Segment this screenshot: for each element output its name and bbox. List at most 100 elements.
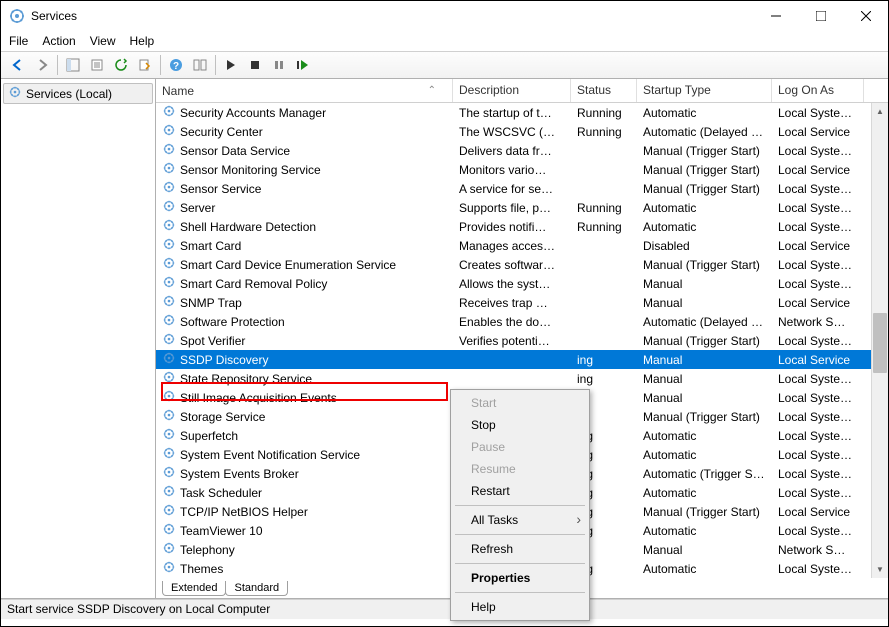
service-log-on-as: Local Syste… (772, 144, 864, 158)
column-startup-type[interactable]: Startup Type (637, 79, 772, 102)
scroll-up-arrow-icon[interactable]: ▲ (872, 103, 888, 120)
service-startup-type: Automatic (Trigger S… (637, 467, 772, 481)
close-button[interactable] (843, 1, 888, 31)
column-name[interactable]: Name⌃ (156, 79, 453, 102)
column-status[interactable]: Status (571, 79, 637, 102)
show-hide-tree-button[interactable] (62, 54, 84, 76)
gear-icon (162, 332, 176, 349)
status-bar: Start service SSDP Discovery on Local Co… (1, 599, 888, 619)
toolbar-panel-icon[interactable] (189, 54, 211, 76)
service-log-on-as: Local Service (772, 296, 864, 310)
service-startup-type: Manual (637, 543, 772, 557)
gear-icon (162, 161, 176, 178)
service-description: Creates softwar… (453, 258, 571, 272)
menu-view[interactable]: View (90, 34, 116, 48)
ctx-restart[interactable]: Restart (453, 480, 587, 502)
service-row[interactable]: Sensor ServiceA service for se…Manual (T… (156, 179, 888, 198)
service-status: Running (571, 201, 637, 215)
column-log-on-as[interactable]: Log On As (772, 79, 864, 102)
menu-action[interactable]: Action (42, 34, 75, 48)
service-row[interactable]: SNMP TrapReceives trap …ManualLocal Serv… (156, 293, 888, 312)
service-startup-type: Automatic (637, 562, 772, 576)
properties-toolbar-button[interactable] (86, 54, 108, 76)
menu-file[interactable]: File (9, 34, 28, 48)
service-startup-type: Manual (Trigger Start) (637, 258, 772, 272)
service-name-cell: SSDP Discovery (156, 351, 453, 368)
service-row[interactable]: SSDP DiscoveryingManualLocal Service (156, 350, 888, 369)
service-row[interactable]: Sensor Monitoring ServiceMonitors vario…… (156, 160, 888, 179)
service-startup-type: Automatic (637, 429, 772, 443)
vertical-scrollbar[interactable]: ▲ ▼ (871, 103, 888, 578)
ctx-properties[interactable]: Properties (453, 567, 587, 589)
ctx-refresh[interactable]: Refresh (453, 538, 587, 560)
service-row[interactable]: Smart CardManages acces…DisabledLocal Se… (156, 236, 888, 255)
service-row[interactable]: Software ProtectionEnables the do…Automa… (156, 312, 888, 331)
service-name-cell: Task Scheduler (156, 484, 453, 501)
service-row[interactable]: Smart Card Removal PolicyAllows the syst… (156, 274, 888, 293)
service-startup-type: Manual (Trigger Start) (637, 182, 772, 196)
service-row[interactable]: ServerSupports file, p…RunningAutomaticL… (156, 198, 888, 217)
column-description[interactable]: Description (453, 79, 571, 102)
service-row[interactable]: Sensor Data Service Delivers data fr… Manu… (156, 141, 888, 160)
service-startup-type: Automatic (637, 448, 772, 462)
service-startup-type: Automatic (Delayed … (637, 125, 772, 139)
ctx-stop[interactable]: Stop (453, 414, 587, 436)
service-description: The startup of t… (453, 106, 571, 120)
service-name-cell: Software Protection (156, 313, 453, 330)
gear-icon (162, 351, 176, 368)
forward-button[interactable] (31, 54, 53, 76)
service-name: Still Image Acquisition Events (180, 391, 337, 405)
service-row[interactable]: Security Accounts ManagerThe startup of … (156, 103, 888, 122)
service-name-cell: Smart Card Device Enumeration Service (156, 256, 453, 273)
service-log-on-as: Local Service (772, 125, 864, 139)
menu-help[interactable]: Help (130, 34, 155, 48)
back-button[interactable] (7, 54, 29, 76)
service-name: Software Protection (180, 315, 285, 329)
scrollbar-thumb[interactable] (873, 313, 887, 373)
scroll-down-arrow-icon[interactable]: ▼ (872, 561, 888, 578)
restart-service-button[interactable] (292, 54, 314, 76)
service-row[interactable]: Smart Card Device Enumeration ServiceCre… (156, 255, 888, 274)
ctx-resume: Resume (453, 458, 587, 480)
start-service-button[interactable] (220, 54, 242, 76)
service-name-cell: Security Accounts Manager (156, 104, 453, 121)
ctx-help[interactable]: Help (453, 596, 587, 618)
pause-service-button[interactable] (268, 54, 290, 76)
main-area: Services (Local) Name⌃ Description Statu… (1, 79, 888, 599)
service-row[interactable]: Spot VerifierVerifies potenti…Manual (Tr… (156, 331, 888, 350)
minimize-button[interactable] (753, 1, 798, 31)
service-description: Delivers data fr… (453, 144, 571, 158)
service-log-on-as: Local Service (772, 353, 864, 367)
toolbar: ? (1, 51, 888, 79)
service-row[interactable]: Shell Hardware DetectionProvides notifi…… (156, 217, 888, 236)
service-name: Sensor Data Service (180, 144, 290, 158)
service-name: Spot Verifier (180, 334, 245, 348)
menu-bar: File Action View Help (1, 31, 888, 51)
gear-icon (162, 427, 176, 444)
service-row[interactable]: State Repository ServiceingManualLocal S… (156, 369, 888, 388)
service-log-on-as: Local Service (772, 239, 864, 253)
service-description: The WSCSVC (… (453, 125, 571, 139)
service-name: Task Scheduler (180, 486, 262, 500)
service-startup-type: Manual (Trigger Start) (637, 505, 772, 519)
stop-service-button[interactable] (244, 54, 266, 76)
service-startup-type: Manual (Trigger Start) (637, 144, 772, 158)
service-startup-type: Automatic (Delayed … (637, 315, 772, 329)
ctx-all-tasks[interactable]: All Tasks (453, 509, 587, 531)
service-status: Running (571, 220, 637, 234)
maximize-button[interactable] (798, 1, 843, 31)
gear-icon (162, 370, 176, 387)
export-button[interactable] (134, 54, 156, 76)
ctx-start: Start (453, 392, 587, 414)
service-log-on-as: Local Service (772, 163, 864, 177)
service-row[interactable]: Security CenterThe WSCSVC (…RunningAutom… (156, 122, 888, 141)
refresh-button[interactable] (110, 54, 132, 76)
tab-standard[interactable]: Standard (225, 581, 288, 596)
tree-root-node[interactable]: Services (Local) (3, 83, 153, 104)
tab-extended[interactable]: Extended (162, 581, 226, 596)
gear-icon (162, 560, 176, 577)
service-startup-type: Automatic (637, 486, 772, 500)
gear-icon (162, 465, 176, 482)
service-name: Server (180, 201, 215, 215)
help-toolbar-button[interactable]: ? (165, 54, 187, 76)
